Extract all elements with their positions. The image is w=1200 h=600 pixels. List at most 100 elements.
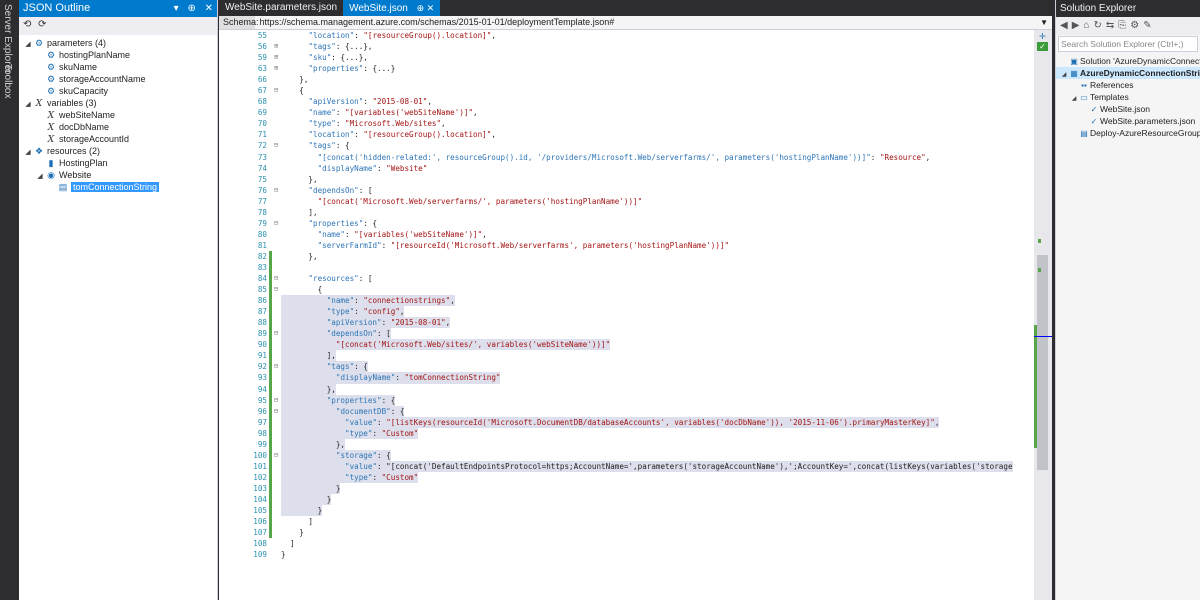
code-line[interactable]: 108 ] (219, 538, 1034, 549)
code-line[interactable]: 88 "apiVersion": "2015-08-01", (219, 317, 1034, 329)
fold-toggle-icon[interactable]: ⊟ (274, 450, 278, 461)
sync-icon[interactable]: ⇆ (1106, 20, 1114, 31)
code-line[interactable]: 85 ⊟ { (219, 284, 1034, 296)
sync-icon[interactable]: ⟳ (38, 19, 46, 30)
code-line[interactable]: 81 "serverFarmId": "[resourceId('Microso… (219, 240, 1034, 251)
code-line[interactable]: 72 ⊟ "tags": { (219, 140, 1034, 151)
outline-tree-item[interactable]: ⚙ hostingPlanName (19, 49, 217, 61)
code-line[interactable]: 100 ⊟ "storage": { (219, 449, 1034, 461)
code-line[interactable]: 70 "type": "Microsoft.Web/sites", (219, 118, 1034, 129)
solution-tree-item[interactable]: ◢ ▭ Templates (1056, 91, 1200, 103)
code-line[interactable]: 59 ⊞ "sku": {...}, (219, 52, 1034, 63)
code-line[interactable]: 83 (219, 261, 1034, 274)
code-line[interactable]: 95 ⊟ "properties": { (219, 394, 1034, 406)
settings-icon[interactable]: ⚙ (1130, 20, 1139, 31)
solution-tree-item[interactable]: ▤Deploy-AzureResourceGroup.ps1 (1056, 127, 1200, 139)
code-line[interactable]: 101 "value": "[concat('DefaultEndpointsP… (219, 460, 1034, 472)
solution-search-input[interactable]: Search Solution Explorer (Ctrl+;) (1058, 36, 1198, 52)
fold-toggle-icon[interactable]: ⊟ (274, 140, 278, 151)
outline-tree-item[interactable]: ▮ HostingPlan (19, 157, 217, 169)
fold-toggle-icon[interactable]: ⊟ (274, 85, 278, 96)
outline-tree-item[interactable]: ◢ ⚙ parameters (4) (19, 37, 217, 49)
code-line[interactable]: 74 "displayName": "Website" (219, 163, 1034, 174)
fold-toggle-icon[interactable]: ⊟ (274, 361, 278, 372)
code-line[interactable]: 71 "location": "[resourceGroup().locatio… (219, 129, 1034, 140)
code-line[interactable]: 105 } (219, 505, 1034, 517)
refresh-icon[interactable]: ⟲ (23, 19, 31, 30)
code-line[interactable]: 56 ⊞ "tags": {...}, (219, 41, 1034, 52)
fold-toggle-icon[interactable]: ⊟ (274, 406, 278, 417)
code-line[interactable]: 87 "type": "config", (219, 306, 1034, 318)
solution-tree-item[interactable]: ◢▦AzureDynamicConnectionStrings (1056, 67, 1200, 79)
code-line[interactable]: 97 "value": "[listKeys(resourceId('Micro… (219, 416, 1034, 428)
outline-tree-item[interactable]: XdocDbName (19, 121, 217, 133)
code-line[interactable]: 79 ⊟ "properties": { (219, 218, 1034, 229)
edit-icon[interactable]: ✎ (1143, 20, 1151, 31)
code-line[interactable]: 82 }, (219, 250, 1034, 262)
code-line[interactable]: 104 } (219, 493, 1034, 506)
outline-tree-item[interactable]: ⚙ skuName (19, 61, 217, 73)
solution-tree-item[interactable]: ✓ WebSite.json (1056, 103, 1200, 115)
code-line[interactable]: 66 }, (219, 74, 1034, 85)
code-line[interactable]: 93 "displayName": "tomConnectionString" (219, 372, 1034, 384)
code-line[interactable]: 78 ], (219, 207, 1034, 218)
code-line[interactable]: 91 ], (219, 350, 1034, 362)
code-line[interactable]: 69 "name": "[variables('webSiteName')]", (219, 107, 1034, 118)
code-line[interactable]: 98 "type": "Custom" (219, 427, 1034, 439)
fold-toggle-icon[interactable]: ⊞ (274, 41, 278, 52)
outline-tree-item[interactable]: ◢ ◉ Website (19, 169, 217, 181)
scrollbar-thumb[interactable] (1037, 255, 1048, 470)
pin-icon[interactable]: ⊕ (187, 3, 195, 14)
fold-toggle-icon[interactable]: ⊟ (274, 395, 278, 406)
outline-tree-item[interactable]: ◢ ❖ resources (2) (19, 145, 217, 157)
code-line[interactable]: 55 "location": "[resourceGroup().locatio… (219, 30, 1034, 41)
tab-website-json[interactable]: WebSite.json ⊕ ✕ (343, 0, 441, 16)
code-line[interactable]: 73 "[concat('hidden-related:', resourceG… (219, 152, 1034, 163)
close-icon[interactable]: ✕ (205, 3, 213, 14)
fold-toggle-icon[interactable]: ⊟ (274, 185, 278, 196)
outline-tree-item[interactable]: ⚙ storageAccountName (19, 73, 217, 85)
outline-tree-item[interactable]: ⚙ skuCapacity (19, 85, 217, 97)
code-line[interactable]: 84 ⊟ "resources": [ (219, 273, 1034, 285)
code-line[interactable]: 103 } (219, 482, 1034, 494)
code-line[interactable]: 94 }, (219, 383, 1034, 395)
home-icon[interactable]: ⌂ (1083, 20, 1089, 31)
code-line[interactable]: 106 ] (219, 516, 1034, 528)
code-line[interactable]: 107 } (219, 527, 1034, 539)
code-line[interactable]: 86 "name": "connectionstrings", (219, 295, 1034, 307)
toolbox-tab[interactable]: Toolbox (2, 64, 13, 98)
fold-toggle-icon[interactable]: ⊟ (274, 273, 278, 284)
outline-tree-item[interactable]: XstorageAccountId (19, 133, 217, 145)
code-line[interactable]: 77 "[concat('Microsoft.Web/serverfarms/'… (219, 196, 1034, 207)
solution-tree-item[interactable]: ✓ WebSite.parameters.json (1056, 115, 1200, 127)
fold-toggle-icon[interactable]: ⊟ (274, 328, 278, 339)
fold-toggle-icon[interactable]: ⊟ (274, 284, 278, 295)
code-line[interactable]: 90 "[concat('Microsoft.Web/sites/', vari… (219, 339, 1034, 351)
fold-toggle-icon[interactable]: ⊞ (274, 63, 278, 74)
code-line[interactable]: 109} (219, 549, 1034, 560)
code-line[interactable]: 67 ⊟ { (219, 85, 1034, 96)
code-line[interactable]: 92 ⊟ "tags": { (219, 361, 1034, 373)
code-line[interactable]: 99 }, (219, 438, 1034, 450)
code-line[interactable]: 68 "apiVersion": "2015-08-01", (219, 96, 1034, 107)
code-line[interactable]: 75 }, (219, 174, 1034, 185)
code-line[interactable]: 89 ⊟ "dependsOn": [ (219, 328, 1034, 340)
outline-tree-item[interactable]: XwebSiteName (19, 109, 217, 121)
tab-pin-close-icon[interactable]: ⊕ ✕ (417, 3, 435, 13)
outline-tree-item[interactable]: ◢ Xvariables (3) (19, 97, 217, 109)
code-line[interactable]: 76 ⊟ "dependsOn": [ (219, 185, 1034, 196)
code-line[interactable]: 96 ⊟ "documentDB": { (219, 405, 1034, 417)
solution-tree-item[interactable]: ▪▪ References (1056, 79, 1200, 91)
code-line[interactable]: 102 "type": "Custom" (219, 471, 1034, 483)
outline-tree-item[interactable]: ▤ tomConnectionString (19, 181, 217, 193)
editor-scrollbar[interactable]: ✛ ✓ (1034, 30, 1052, 600)
chevron-down-icon[interactable]: ▼ (1040, 16, 1048, 29)
schema-url-input[interactable]: https://schema.management.azure.com/sche… (258, 17, 615, 27)
split-icon[interactable]: ✛ (1037, 32, 1048, 41)
forward-icon[interactable]: ▶ (1072, 20, 1080, 31)
copy-icon[interactable]: ⎘ (1118, 20, 1126, 31)
refresh-icon[interactable]: ↻ (1093, 20, 1101, 31)
code-line[interactable]: 63 ⊞ "properties": {...} (219, 63, 1034, 74)
solution-tree-item[interactable]: ▣Solution 'AzureDynamicConnectionStrings… (1056, 55, 1200, 67)
tab-website-parameters-json[interactable]: WebSite.parameters.json (219, 0, 343, 16)
